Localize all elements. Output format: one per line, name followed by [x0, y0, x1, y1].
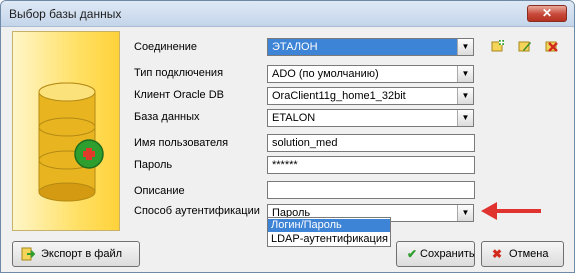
auth-method-label: Способ аутентификации [134, 205, 260, 217]
save-button[interactable]: ✔ Сохранить [396, 241, 475, 267]
cancel-button[interactable]: ✖ Отмена [481, 241, 564, 267]
chevron-down-icon[interactable]: ▼ [457, 66, 473, 82]
close-icon: ✕ [541, 6, 553, 20]
cancel-icon: ✖ [491, 247, 503, 261]
connection-select[interactable]: ЭТАЛОН ▼ [267, 38, 474, 56]
delete-connection-icon[interactable] [545, 39, 559, 53]
oracle-client-value: OraClient11g_home1_32bit [272, 90, 406, 102]
database-label: База данных [134, 111, 200, 123]
chevron-down-icon[interactable]: ▼ [457, 88, 473, 104]
chevron-down-icon[interactable]: ▼ [457, 205, 473, 221]
description-input[interactable] [267, 181, 475, 199]
oracle-client-label: Клиент Oracle DB [134, 89, 224, 101]
auth-method-dropdown-list: Логин/Пароль LDAP-аутентификация [267, 217, 391, 247]
password-input[interactable]: ****** [267, 156, 475, 174]
username-label: Имя пользователя [134, 137, 229, 149]
title-bar: Выбор базы данных ✕ [1, 1, 574, 27]
checkmark-icon: ✔ [406, 247, 418, 261]
database-select[interactable]: ETALON ▼ [267, 109, 474, 127]
oracle-client-select[interactable]: OraClient11g_home1_32bit ▼ [267, 87, 474, 105]
auth-option-ldap[interactable]: LDAP-аутентификация [268, 233, 390, 246]
connection-label: Соединение [134, 41, 198, 53]
username-input[interactable]: solution_med [267, 134, 475, 152]
username-value: solution_med [272, 137, 338, 149]
window-title: Выбор базы данных [9, 7, 122, 21]
export-button-label: Экспорт в файл [41, 248, 123, 260]
auth-option-login-password[interactable]: Логин/Пароль [268, 219, 390, 232]
close-button[interactable]: ✕ [527, 5, 567, 22]
database-select-dialog: Выбор базы данных ✕ Соединение Тип подкл… [0, 0, 575, 273]
export-to-file-button[interactable]: Экспорт в файл [12, 241, 140, 267]
connection-type-label: Тип подключения [134, 67, 224, 79]
connection-type-select[interactable]: ADO (по умолчанию) ▼ [267, 65, 474, 83]
add-connection-icon[interactable] [491, 39, 505, 53]
connection-value: ЭТАЛОН [272, 41, 318, 53]
database-cylinder-icon [38, 82, 104, 202]
export-icon [21, 247, 36, 261]
database-value: ETALON [272, 112, 316, 124]
red-arrow-annotation [481, 202, 541, 220]
password-label: Пароль [134, 159, 173, 171]
database-banner-image [12, 31, 120, 231]
description-label: Описание [134, 185, 185, 197]
cancel-button-label: Отмена [509, 248, 549, 260]
save-button-label: Сохранить [420, 248, 475, 260]
edit-connection-icon[interactable] [518, 39, 532, 53]
connection-type-value: ADO (по умолчанию) [272, 68, 379, 80]
chevron-down-icon[interactable]: ▼ [457, 110, 473, 126]
chevron-down-icon[interactable]: ▼ [457, 39, 473, 55]
password-value: ****** [272, 159, 298, 171]
